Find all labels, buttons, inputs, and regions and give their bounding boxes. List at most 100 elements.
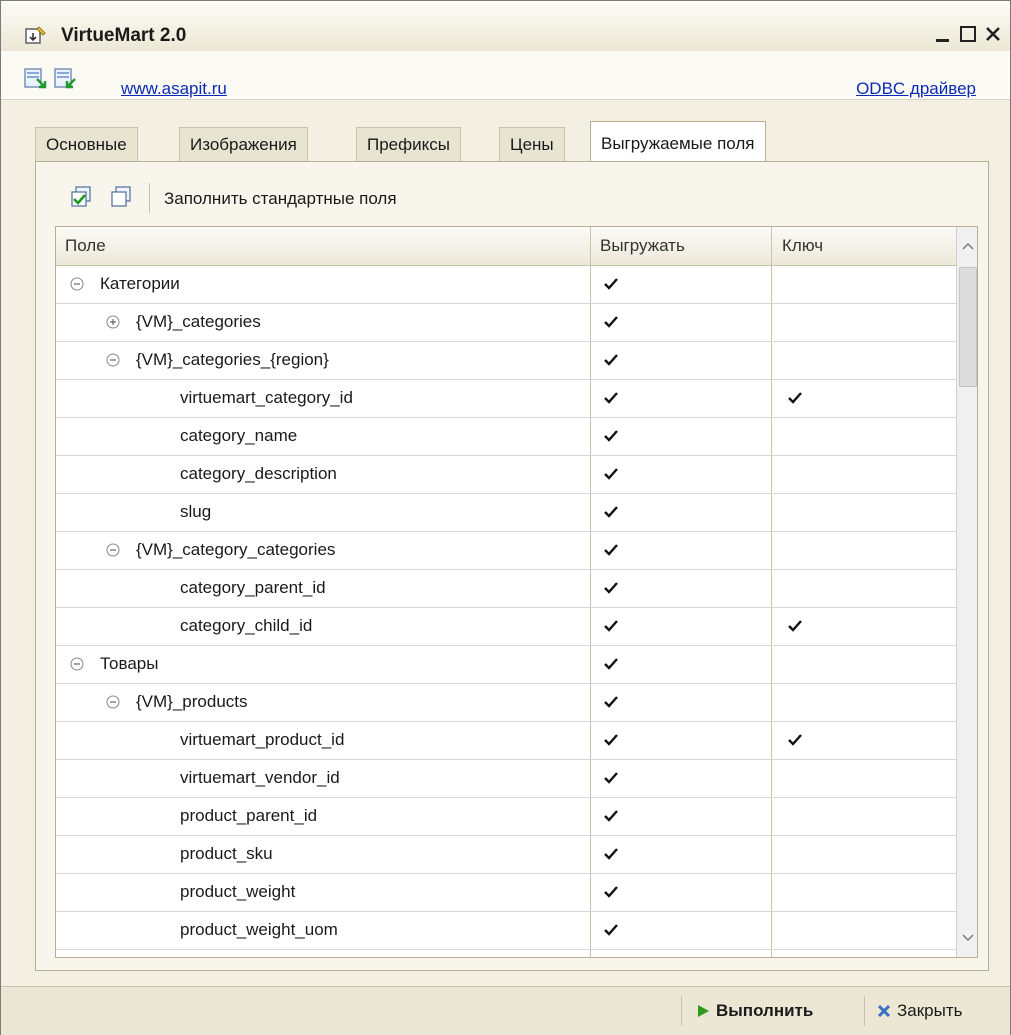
key-checkmark-icon[interactable] xyxy=(786,617,804,635)
tab-prices[interactable]: Цены xyxy=(499,127,565,162)
key-checkmark-icon[interactable] xyxy=(786,389,804,407)
key-checkmark-icon[interactable] xyxy=(786,769,804,787)
tab-export-fields[interactable]: Выгружаемые поля xyxy=(590,121,766,162)
minimize-button[interactable] xyxy=(929,21,957,47)
export-checkmark-icon[interactable] xyxy=(602,541,620,559)
run-button[interactable]: Выполнить xyxy=(696,1001,813,1021)
key-checkmark-icon[interactable] xyxy=(786,807,804,825)
export-checkmark-icon[interactable] xyxy=(602,427,620,445)
close-button[interactable]: Закрыть xyxy=(877,1001,962,1021)
title-bar: VirtueMart 2.0 xyxy=(1,1,1010,52)
export-checkmark-icon[interactable] xyxy=(602,579,620,597)
tab-main[interactable]: Основные xyxy=(35,127,138,162)
export-checkmark-icon[interactable] xyxy=(602,617,620,635)
export-checkmark-icon[interactable] xyxy=(602,883,620,901)
export-checkmark-icon[interactable] xyxy=(602,845,620,863)
uncheck-all-icon[interactable] xyxy=(109,185,133,209)
collapse-icon[interactable] xyxy=(70,277,84,291)
close-button-label: Закрыть xyxy=(897,1001,963,1020)
collapse-icon[interactable] xyxy=(106,353,120,367)
tab-prefixes[interactable]: Префиксы xyxy=(356,127,461,162)
table-row[interactable]: product_parent_id xyxy=(56,797,956,836)
table-row[interactable]: virtuemart_vendor_id xyxy=(56,759,956,798)
export-checkmark-icon[interactable] xyxy=(602,921,620,939)
key-checkmark-icon[interactable] xyxy=(786,655,804,673)
export-checkmark-icon[interactable] xyxy=(602,275,620,293)
key-checkmark-icon[interactable] xyxy=(786,503,804,521)
collapse-icon[interactable] xyxy=(70,657,84,671)
field-name: product_parent_id xyxy=(180,806,318,825)
key-checkmark-icon[interactable] xyxy=(786,427,804,445)
site-link[interactable]: www.asapit.ru xyxy=(121,79,227,99)
field-name: slug xyxy=(180,502,212,521)
table-row[interactable]: {VM}_products xyxy=(56,683,956,722)
field-name: product_weight xyxy=(180,882,296,901)
table-row[interactable]: category_parent_id xyxy=(56,569,956,608)
export-checkmark-icon[interactable] xyxy=(602,351,620,369)
column-header-key[interactable]: Ключ xyxy=(782,227,823,265)
export-checkmark-icon[interactable] xyxy=(602,389,620,407)
key-checkmark-icon[interactable] xyxy=(786,731,804,749)
table-row[interactable]: category_name xyxy=(56,417,956,456)
table-row[interactable]: Товары xyxy=(56,645,956,684)
maximize-button[interactable] xyxy=(954,21,982,47)
table-row[interactable]: product_weight xyxy=(56,873,956,912)
key-checkmark-icon[interactable] xyxy=(786,921,804,939)
close-window-button[interactable] xyxy=(979,21,1007,47)
table-row[interactable]: category_description xyxy=(56,455,956,494)
field-name: product_sku xyxy=(180,844,273,863)
chevron-up-icon xyxy=(962,243,973,250)
vertical-scrollbar[interactable] xyxy=(956,227,977,957)
export-checkmark-icon[interactable] xyxy=(602,313,620,331)
export-checkmark-icon[interactable] xyxy=(602,731,620,749)
key-checkmark-icon[interactable] xyxy=(786,845,804,863)
key-checkmark-icon[interactable] xyxy=(786,313,804,331)
odbc-driver-link[interactable]: ODBC драйвер xyxy=(856,79,976,99)
collapse-icon[interactable] xyxy=(106,543,120,557)
key-checkmark-icon[interactable] xyxy=(786,883,804,901)
table-row[interactable]: virtuemart_product_id xyxy=(56,721,956,760)
export-checkmark-icon[interactable] xyxy=(602,693,620,711)
play-icon xyxy=(698,1005,709,1017)
export-checkmark-icon[interactable] xyxy=(602,807,620,825)
export-checkmark-icon[interactable] xyxy=(602,769,620,787)
table-row[interactable]: product_weight_uom xyxy=(56,911,956,950)
expand-icon[interactable] xyxy=(106,315,120,329)
key-checkmark-icon[interactable] xyxy=(786,541,804,559)
field-name: virtuemart_product_id xyxy=(180,730,345,749)
scroll-thumb[interactable] xyxy=(959,267,977,387)
key-checkmark-icon[interactable] xyxy=(786,579,804,597)
key-checkmark-icon[interactable] xyxy=(786,275,804,293)
table-row[interactable]: product_sku xyxy=(56,835,956,874)
footer-bar xyxy=(1,986,1010,1035)
export-checkmark-icon[interactable] xyxy=(602,655,620,673)
key-checkmark-icon[interactable] xyxy=(786,351,804,369)
export-icon[interactable] xyxy=(53,67,79,91)
field-name: Категории xyxy=(100,274,180,293)
table-row[interactable]: {VM}_category_categories xyxy=(56,531,956,570)
field-name: category_child_id xyxy=(180,616,313,635)
table-row[interactable]: virtuemart_category_id xyxy=(56,379,956,418)
collapse-icon[interactable] xyxy=(106,695,120,709)
scroll-down-button[interactable] xyxy=(957,919,977,957)
table-row[interactable]: Категории xyxy=(56,265,956,304)
fill-standard-fields-button[interactable]: Заполнить стандартные поля xyxy=(164,189,397,209)
field-name: virtuemart_vendor_id xyxy=(180,768,340,787)
export-checkmark-icon[interactable] xyxy=(602,503,620,521)
check-all-icon[interactable] xyxy=(69,185,93,209)
column-header-export[interactable]: Выгружать xyxy=(600,227,685,265)
app-icon xyxy=(25,26,46,44)
tab-images[interactable]: Изображения xyxy=(179,127,308,162)
table-row[interactable]: slug xyxy=(56,493,956,532)
table-row[interactable]: {VM}_categories xyxy=(56,303,956,342)
table-row[interactable]: {VM}_categories_{region} xyxy=(56,341,956,380)
key-checkmark-icon[interactable] xyxy=(786,465,804,483)
export-checkmark-icon[interactable] xyxy=(602,465,620,483)
table-row[interactable]: category_child_id xyxy=(56,607,956,646)
chevron-down-icon xyxy=(962,934,973,941)
field-name: category_parent_id xyxy=(180,578,326,597)
key-checkmark-icon[interactable] xyxy=(786,693,804,711)
import-icon[interactable] xyxy=(23,67,49,91)
column-header-field[interactable]: Поле xyxy=(65,227,106,265)
scroll-up-button[interactable] xyxy=(957,227,977,265)
